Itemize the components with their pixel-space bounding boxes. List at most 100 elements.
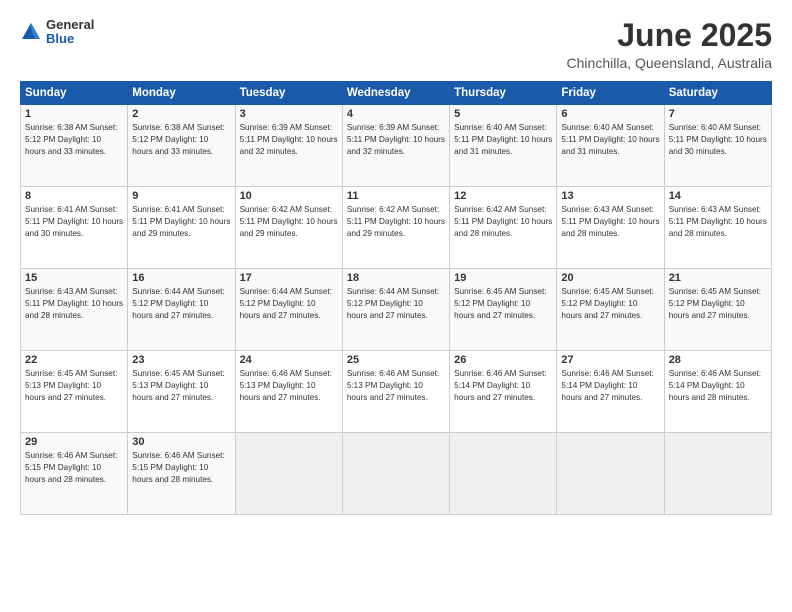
day-number: 16 <box>132 272 230 284</box>
day-info: Sunrise: 6:40 AM Sunset: 5:11 PM Dayligh… <box>561 122 659 158</box>
day-number: 5 <box>454 108 552 120</box>
day-number: 6 <box>561 108 659 120</box>
col-saturday: Saturday <box>664 82 771 105</box>
calendar-week-row: 1 Sunrise: 6:38 AM Sunset: 5:12 PM Daylig… <box>21 105 772 187</box>
day-info: Sunrise: 6:46 AM Sunset: 5:15 PM Dayligh… <box>132 450 230 486</box>
calendar-header-row: Sunday Monday Tuesday Wednesday Thursday… <box>21 82 772 105</box>
calendar-cell: 20Sunrise: 6:45 AM Sunset: 5:12 PM Dayli… <box>557 269 664 351</box>
day-info: Sunrise: 6:43 AM Sunset: 5:11 PM Dayligh… <box>669 204 767 240</box>
day-info: Sunrise: 6:41 AM Sunset: 5:11 PM Dayligh… <box>25 204 123 240</box>
day-info: Sunrise: 6:46 AM Sunset: 5:13 PM Dayligh… <box>347 368 445 404</box>
day-number: 3 <box>240 108 338 120</box>
col-tuesday: Tuesday <box>235 82 342 105</box>
day-number: 8 <box>25 190 123 202</box>
calendar-table: Sunday Monday Tuesday Wednesday Thursday… <box>20 81 772 515</box>
day-number: 4 <box>347 108 445 120</box>
calendar-week-row: 15 Sunrise: 6:43 AM Sunset: 5:11 PM Dayli… <box>21 269 772 351</box>
day-number: 22 <box>25 354 123 366</box>
day-info: Sunrise: 6:42 AM Sunset: 5:11 PM Dayligh… <box>347 204 445 240</box>
location-title: Chinchilla, Queensland, Australia <box>567 55 772 71</box>
day-info: Sunrise: 6:46 AM Sunset: 5:14 PM Dayligh… <box>669 368 767 404</box>
day-number: 26 <box>454 354 552 366</box>
calendar-week-row: 8 Sunrise: 6:41 AM Sunset: 5:11 PM Daylig… <box>21 187 772 269</box>
day-info: Sunrise: 6:39 AM Sunset: 5:11 PM Dayligh… <box>347 122 445 158</box>
col-sunday: Sunday <box>21 82 128 105</box>
day-info: Sunrise: 6:38 AM Sunset: 5:12 PM Dayligh… <box>25 122 123 158</box>
day-info: Sunrise: 6:43 AM Sunset: 5:11 PM Dayligh… <box>25 286 123 322</box>
calendar-cell: 11 Sunrise: 6:42 AM Sunset: 5:11 PM Dayli… <box>342 187 449 269</box>
col-wednesday: Wednesday <box>342 82 449 105</box>
day-info: Sunrise: 6:45 AM Sunset: 5:12 PM Dayligh… <box>561 286 659 322</box>
day-info: Sunrise: 6:45 AM Sunset: 5:12 PM Dayligh… <box>454 286 552 322</box>
calendar-cell: 4 Sunrise: 6:39 AM Sunset: 5:11 PM Daylig… <box>342 105 449 187</box>
day-number: 11 <box>347 190 445 202</box>
day-number: 15 <box>25 272 123 284</box>
calendar-cell: 28 Sunrise: 6:46 AM Sunset: 5:14 PM Dayli… <box>664 351 771 433</box>
day-number: 17 <box>240 272 338 284</box>
day-number: 29 <box>25 436 123 448</box>
calendar-cell: 23 Sunrise: 6:45 AM Sunset: 5:13 PM Dayli… <box>128 351 235 433</box>
day-number: 25 <box>347 354 445 366</box>
calendar-cell: 3 Sunrise: 6:39 AM Sunset: 5:11 PM Daylig… <box>235 105 342 187</box>
calendar-cell: 6 Sunrise: 6:40 AM Sunset: 5:11 PM Daylig… <box>557 105 664 187</box>
col-monday: Monday <box>128 82 235 105</box>
day-info: Sunrise: 6:46 AM Sunset: 5:14 PM Dayligh… <box>561 368 659 404</box>
logo: General Blue <box>20 18 94 47</box>
day-number: 1 <box>25 108 123 120</box>
title-block: June 2025 Chinchilla, Queensland, Austra… <box>567 18 772 71</box>
calendar-cell: 30 Sunrise: 6:46 AM Sunset: 5:15 PM Dayli… <box>128 433 235 515</box>
calendar-cell: 25 Sunrise: 6:46 AM Sunset: 5:13 PM Dayli… <box>342 351 449 433</box>
month-title: June 2025 <box>567 18 772 53</box>
day-info: Sunrise: 6:44 AM Sunset: 5:12 PM Dayligh… <box>347 286 445 322</box>
day-info: Sunrise: 6:42 AM Sunset: 5:11 PM Dayligh… <box>454 204 552 240</box>
day-info: Sunrise: 6:39 AM Sunset: 5:11 PM Dayligh… <box>240 122 338 158</box>
calendar-cell <box>235 433 342 515</box>
calendar-cell: 1 Sunrise: 6:38 AM Sunset: 5:12 PM Daylig… <box>21 105 128 187</box>
calendar-cell: 2 Sunrise: 6:38 AM Sunset: 5:12 PM Daylig… <box>128 105 235 187</box>
calendar-cell: 18Sunrise: 6:44 AM Sunset: 5:12 PM Dayli… <box>342 269 449 351</box>
calendar-cell: 17Sunrise: 6:44 AM Sunset: 5:12 PM Dayli… <box>235 269 342 351</box>
day-info: Sunrise: 6:38 AM Sunset: 5:12 PM Dayligh… <box>132 122 230 158</box>
day-number: 12 <box>454 190 552 202</box>
day-info: Sunrise: 6:44 AM Sunset: 5:12 PM Dayligh… <box>132 286 230 322</box>
day-number: 30 <box>132 436 230 448</box>
logo-icon <box>20 21 42 43</box>
calendar-cell: 13Sunrise: 6:43 AM Sunset: 5:11 PM Dayli… <box>557 187 664 269</box>
calendar-cell <box>342 433 449 515</box>
day-number: 27 <box>561 354 659 366</box>
day-info: Sunrise: 6:45 AM Sunset: 5:13 PM Dayligh… <box>132 368 230 404</box>
calendar-cell: 16 Sunrise: 6:44 AM Sunset: 5:12 PM Dayli… <box>128 269 235 351</box>
day-number: 23 <box>132 354 230 366</box>
calendar-cell: 7Sunrise: 6:40 AM Sunset: 5:11 PM Daylig… <box>664 105 771 187</box>
calendar-cell <box>557 433 664 515</box>
day-number: 28 <box>669 354 767 366</box>
calendar-week-row: 29 Sunrise: 6:46 AM Sunset: 5:15 PM Dayli… <box>21 433 772 515</box>
day-info: Sunrise: 6:43 AM Sunset: 5:11 PM Dayligh… <box>561 204 659 240</box>
calendar-cell: 26 Sunrise: 6:46 AM Sunset: 5:14 PM Dayli… <box>450 351 557 433</box>
calendar-cell <box>664 433 771 515</box>
day-number: 10 <box>240 190 338 202</box>
calendar-cell: 29Sunrise: 6:46 AM Sunset: 5:15 PM Dayli… <box>21 433 128 515</box>
day-number: 24 <box>240 354 338 366</box>
page-header: General Blue June 2025 Chinchilla, Queen… <box>20 18 772 71</box>
day-number: 19 <box>454 272 552 284</box>
day-number: 2 <box>132 108 230 120</box>
calendar-cell <box>450 433 557 515</box>
day-info: Sunrise: 6:41 AM Sunset: 5:11 PM Dayligh… <box>132 204 230 240</box>
calendar-cell: 9Sunrise: 6:41 AM Sunset: 5:11 PM Daylig… <box>128 187 235 269</box>
day-info: Sunrise: 6:42 AM Sunset: 5:11 PM Dayligh… <box>240 204 338 240</box>
col-thursday: Thursday <box>450 82 557 105</box>
calendar-cell: 22Sunrise: 6:45 AM Sunset: 5:13 PM Dayli… <box>21 351 128 433</box>
day-number: 21 <box>669 272 767 284</box>
calendar-cell: 15 Sunrise: 6:43 AM Sunset: 5:11 PM Dayli… <box>21 269 128 351</box>
day-number: 14 <box>669 190 767 202</box>
day-info: Sunrise: 6:40 AM Sunset: 5:11 PM Dayligh… <box>454 122 552 158</box>
calendar-week-row: 22 Sunrise: 6:45 AM Sunset: 5:13 PM Dayli… <box>21 351 772 433</box>
calendar-cell: 5 Sunrise: 6:40 AM Sunset: 5:11 PM Daylig… <box>450 105 557 187</box>
day-info: Sunrise: 6:46 AM Sunset: 5:13 PM Dayligh… <box>240 368 338 404</box>
day-info: Sunrise: 6:40 AM Sunset: 5:11 PM Dayligh… <box>669 122 767 158</box>
day-info: Sunrise: 6:46 AM Sunset: 5:14 PM Dayligh… <box>454 368 552 404</box>
calendar-cell: 21Sunrise: 6:45 AM Sunset: 5:12 PM Dayli… <box>664 269 771 351</box>
logo-text-general: General <box>46 18 94 32</box>
calendar-cell: 10 Sunrise: 6:42 AM Sunset: 5:11 PM Dayli… <box>235 187 342 269</box>
